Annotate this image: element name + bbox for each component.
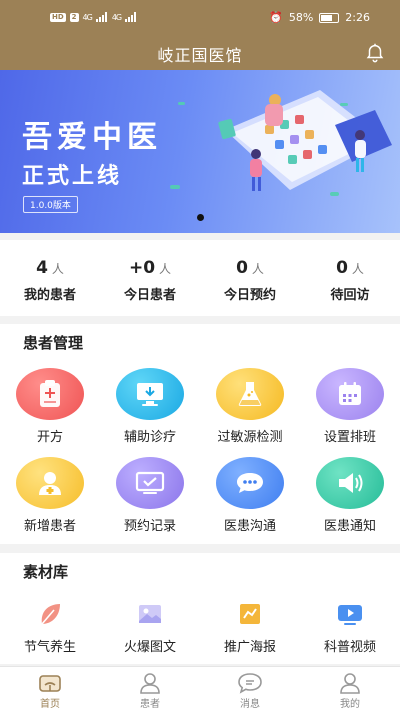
grid-item-label: 科普视频 [323,640,376,655]
patient-grid-row-1: 开方 辅助诊疗 过敏源检测 设置排班 [0,368,400,445]
patient-icon [140,673,160,694]
section-title: 素材库 [23,563,69,581]
signal-bars-icon [95,12,107,22]
status-bar: HD 2 4G 4G ⏰ 58% 2:26 [0,0,400,36]
grid-item-label: 过敏源检测 [217,430,283,445]
stat-unit: 人 [251,262,264,276]
prescription-icon [16,368,84,420]
grid-item-label: 医患通知 [323,519,376,534]
chat-bubble-icon [216,457,284,509]
nav-label: 首页 [40,699,60,710]
nav-label: 我的 [340,699,360,710]
grid-item-label: 新增患者 [23,519,76,534]
banner-illustration [170,90,392,196]
banner-headline: 吾爱中医 [22,120,162,155]
page-title: 岐正国医馆 [157,46,243,65]
carousel-indicator[interactable] [197,214,204,221]
stats-panel: 4人 我的患者 +0 人 今日患者 0人 今日预约 0人 待回访 [0,240,400,316]
grid-item-label: 开方 [36,430,63,445]
set-schedule-button[interactable]: 设置排班 [300,368,400,445]
stat-value: 0 [236,258,248,278]
nav-profile[interactable]: 我的 [300,667,400,711]
speaker-icon [316,457,384,509]
science-video-button[interactable]: 科普视频 [300,600,400,655]
monitor-download-icon [116,368,184,420]
grid-item-label: 辅助诊疗 [123,430,176,445]
clock: 2:26 [345,11,370,24]
banner-subline: 正式上线 [22,164,123,189]
material-grid: 节气养生 火爆图文 推广海报 科普视频 [0,600,400,655]
appointment-records-button[interactable]: 预约记录 [100,457,200,534]
stat-unit: 人 [51,262,64,276]
stat-pending-followup[interactable]: 0人 待回访 [300,240,400,316]
flask-icon [216,368,284,420]
grid-item-label: 推广海报 [223,640,276,655]
video-icon [334,600,366,630]
bell-icon[interactable] [364,41,386,63]
profile-icon [340,673,360,694]
prescribe-button[interactable]: 开方 [0,368,100,445]
signal-label-1: 4G [82,12,93,22]
nav-label: 消息 [240,699,260,710]
battery-icon [319,12,340,23]
patient-grid-row-2: 新增患者 预约记录 医患沟通 医患通知 [0,457,400,534]
stat-label: 我的患者 [23,288,76,303]
grid-item-label: 医患沟通 [223,519,276,534]
seasonal-wellness-button[interactable]: 节气养生 [0,600,100,655]
screen-check-icon [116,457,184,509]
status-right: ⏰ 58% 2:26 [269,11,370,24]
stat-my-patients[interactable]: 4人 我的患者 [0,240,100,316]
stat-today-patients[interactable]: +0 人 今日患者 [100,240,200,316]
assisted-diagnosis-button[interactable]: 辅助诊疗 [100,368,200,445]
promo-banner[interactable]: 吾爱中医 正式上线 1.0.0版本 [0,70,400,233]
status-left: HD 2 4G 4G [50,12,137,22]
nav-messages[interactable]: 消息 [200,667,300,711]
signal-bars-icon [125,12,137,22]
add-patient-button[interactable]: 新增患者 [0,457,100,534]
material-library-section: 素材库 节气养生 火爆图文 推广海报 科普视频 [0,553,400,664]
calendar-icon [316,368,384,420]
stat-value: 0 [336,258,348,278]
stat-value: 4 [36,258,48,278]
poster-icon [234,600,266,630]
grid-item-label: 火爆图文 [123,640,176,655]
grid-item-label: 节气养生 [23,640,76,655]
promo-poster-button[interactable]: 推广海报 [200,600,300,655]
stat-today-appointments[interactable]: 0人 今日预约 [200,240,300,316]
image-icon [134,600,166,630]
battery-percent: 58% [288,11,314,24]
alarm-icon: ⏰ [269,11,283,24]
hot-articles-button[interactable]: 火爆图文 [100,600,200,655]
message-icon [238,673,262,694]
leaf-icon [34,600,66,630]
home-icon [39,675,61,692]
sim-badge: 2 [69,12,79,22]
app-header: 岐正国医馆 [0,36,400,70]
doctor-patient-notice-button[interactable]: 医患通知 [300,457,400,534]
stat-label: 今日预约 [223,288,276,303]
section-title: 患者管理 [23,334,84,352]
grid-item-label: 预约记录 [123,519,176,534]
add-user-icon [16,457,84,509]
hd-badge: HD [50,12,66,22]
banner-version-tag: 1.0.0版本 [23,196,78,213]
stat-value: +0 [128,258,156,278]
stat-unit: 人 [351,262,364,276]
patient-management-section: 患者管理 开方 辅助诊疗 过敏源检测 设置排班 新增患者 预约记录 医患沟通 医… [0,324,400,544]
grid-item-label: 设置排班 [323,430,376,445]
nav-patients[interactable]: 患者 [100,667,200,711]
signal-label-2: 4G [111,12,122,22]
doctor-patient-chat-button[interactable]: 医患沟通 [200,457,300,534]
stat-label: 今日患者 [123,288,176,303]
nav-home[interactable]: 首页 [0,667,100,711]
nav-label: 患者 [140,699,160,710]
bottom-nav: 首页 患者 消息 我的 [0,666,400,711]
stat-label: 待回访 [330,288,370,303]
allergen-test-button[interactable]: 过敏源检测 [200,368,300,445]
stat-unit: 人 [159,262,172,276]
